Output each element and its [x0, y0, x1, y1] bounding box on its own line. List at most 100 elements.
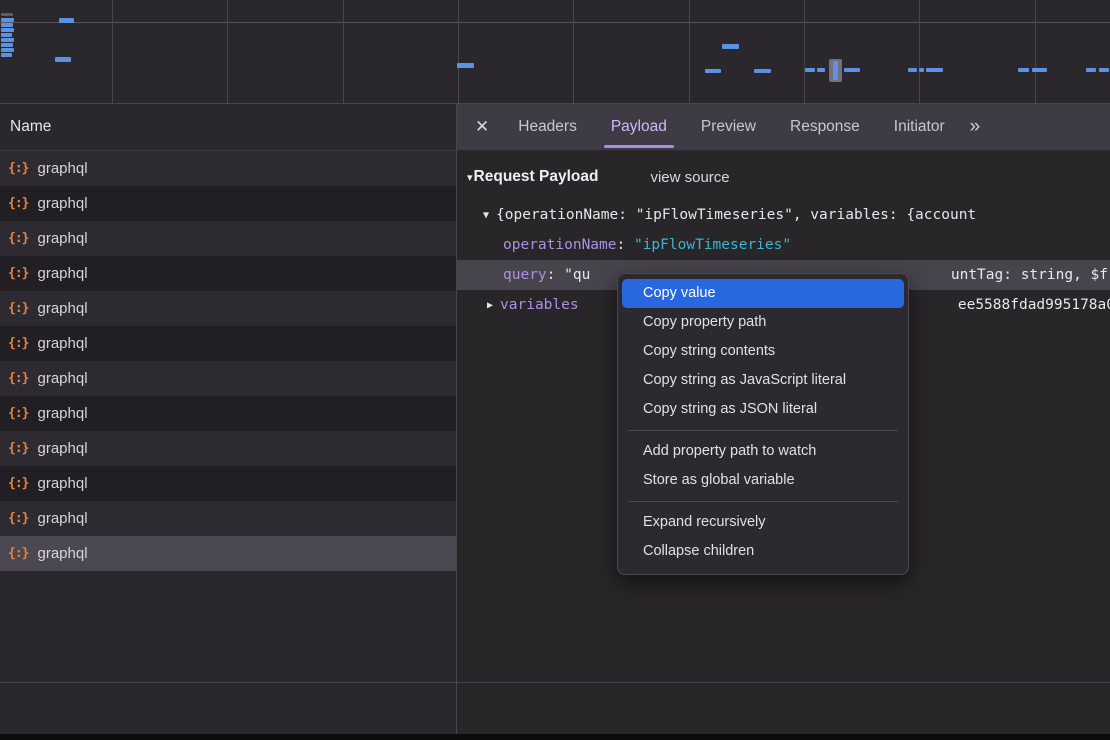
json-resource-icon: {:} [8, 546, 28, 561]
request-name: graphql [37, 440, 87, 457]
network-request-row[interactable]: {:} graphql [0, 536, 456, 571]
request-payload-section-header[interactable]: ▾ Request Payload view source [467, 168, 730, 186]
tab-label: Preview [701, 118, 756, 136]
name-header-label: Name [10, 118, 51, 135]
detail-tab[interactable]: Preview [684, 104, 773, 150]
tab-label: Initiator [894, 118, 945, 136]
tab-label: Headers [518, 118, 577, 136]
context-menu-item[interactable]: Expand recursively [622, 508, 904, 537]
payload-root-preview: {operationName: "ipFlowTimeseries", vari… [496, 207, 976, 223]
waterfall-bar [1, 38, 14, 42]
network-request-row[interactable]: {:} graphql [0, 501, 456, 536]
waterfall-bar [457, 63, 474, 68]
property-value-left: "qu [555, 267, 590, 283]
request-name: graphql [37, 370, 87, 387]
footer-divider [0, 682, 1110, 683]
waterfall-bar [817, 68, 825, 72]
property-value-right: ee5588fdad995178a0 [958, 290, 1110, 320]
detail-tab-bar: ✕ Headers Payload Preview [457, 104, 1110, 151]
context-menu-item[interactable]: Add property path to watch [622, 437, 904, 466]
waterfall-bar [1, 18, 14, 22]
waterfall-bar [1, 13, 13, 16]
overview-selected-tick [833, 61, 838, 80]
waterfall-bar [1, 28, 14, 32]
waterfall-bar [1, 53, 12, 57]
request-name: graphql [37, 230, 87, 247]
network-request-row[interactable]: {:} graphql [0, 186, 456, 221]
context-menu-item[interactable]: Store as global variable [622, 466, 904, 495]
network-request-row[interactable]: {:} graphql [0, 291, 456, 326]
request-name: graphql [37, 300, 87, 317]
request-name: graphql [37, 510, 87, 527]
property-key: query [503, 267, 547, 283]
context-menu-item[interactable]: Copy property path [622, 308, 904, 337]
context-menu-item[interactable] [628, 430, 898, 431]
overview-selected-marker[interactable] [829, 59, 842, 82]
context-menu-item[interactable]: Copy value [622, 279, 904, 308]
detail-tab[interactable]: Payload [594, 104, 684, 150]
devtools-network-panel: Name {:} graphql {:} graphql {:} graphql [0, 0, 1110, 740]
column-header-name[interactable]: Name [0, 104, 456, 151]
waterfall-bar [926, 68, 943, 72]
section-collapse-icon[interactable]: ▾ [467, 171, 473, 184]
network-request-row[interactable]: {:} graphql [0, 466, 456, 501]
request-name: graphql [37, 545, 87, 562]
context-menu-item[interactable]: Copy string contents [622, 337, 904, 366]
network-request-row[interactable]: {:} graphql [0, 256, 456, 291]
network-request-row[interactable]: {:} graphql [0, 361, 456, 396]
context-menu-item[interactable]: Copy string as JavaScript literal [622, 366, 904, 395]
menu-item-label: Store as global variable [643, 472, 795, 488]
waterfall-bar [754, 69, 771, 73]
view-source-link[interactable]: view source [650, 169, 729, 186]
detail-tab[interactable]: Initiator [877, 104, 962, 150]
request-name: graphql [37, 335, 87, 352]
tab-label: Payload [611, 118, 667, 136]
waterfall-bar [1032, 68, 1047, 72]
json-resource-icon: {:} [8, 266, 28, 281]
request-name: graphql [37, 160, 87, 177]
menu-item-label: Copy string as JavaScript literal [643, 372, 846, 388]
close-icon[interactable]: ✕ [475, 117, 489, 137]
section-title: Request Payload [474, 168, 599, 186]
waterfall-bar [722, 44, 739, 49]
request-rows: {:} graphql {:} graphql {:} graphql {:} … [0, 151, 456, 571]
json-resource-icon: {:} [8, 161, 28, 176]
waterfall-bar [1018, 68, 1029, 72]
json-resource-icon: {:} [8, 301, 28, 316]
more-tabs-icon[interactable]: » [970, 116, 979, 138]
menu-item-label: Copy string as JSON literal [643, 401, 817, 417]
waterfall-bar [1, 43, 13, 47]
colon: : [617, 237, 626, 253]
menu-item-label: Copy string contents [643, 343, 775, 359]
network-overview-strip[interactable] [0, 0, 1110, 104]
json-resource-icon: {:} [8, 336, 28, 351]
context-menu-item[interactable]: Copy string as JSON literal [622, 395, 904, 424]
menu-item-label: Collapse children [643, 543, 754, 559]
waterfall-bar [1086, 68, 1096, 72]
menu-item-label: Copy property path [643, 314, 766, 330]
network-request-row[interactable]: {:} graphql [0, 396, 456, 431]
request-name: graphql [37, 405, 87, 422]
payload-operationname-row[interactable]: operationName: "ipFlowTimeseries" [457, 230, 1110, 260]
request-name: graphql [37, 265, 87, 282]
context-menu-item[interactable]: Collapse children [622, 537, 904, 566]
payload-root-row[interactable]: ▼ {operationName: "ipFlowTimeseries", var… [457, 200, 1110, 230]
network-request-row[interactable]: {:} graphql [0, 151, 456, 186]
network-request-row[interactable]: {:} graphql [0, 221, 456, 256]
waterfall-bar [55, 57, 71, 62]
context-menu-item[interactable] [628, 501, 898, 502]
expand-right-icon[interactable]: ▶ [487, 291, 493, 320]
network-request-row[interactable]: {:} graphql [0, 431, 456, 466]
waterfall-bar [844, 68, 860, 72]
network-request-row[interactable]: {:} graphql [0, 326, 456, 361]
property-key: operationName [503, 237, 617, 253]
json-resource-icon: {:} [8, 511, 28, 526]
waterfall-bar [1, 33, 12, 37]
expand-down-icon[interactable]: ▼ [483, 201, 489, 230]
menu-item-label: Expand recursively [643, 514, 766, 530]
detail-tab[interactable]: Response [773, 104, 877, 150]
context-menu: Copy value Copy property path Copy strin… [617, 273, 909, 575]
detail-tab[interactable]: Headers [501, 104, 594, 150]
property-value-right: untTag: string, $f [951, 260, 1108, 290]
waterfall-bar [908, 68, 917, 72]
